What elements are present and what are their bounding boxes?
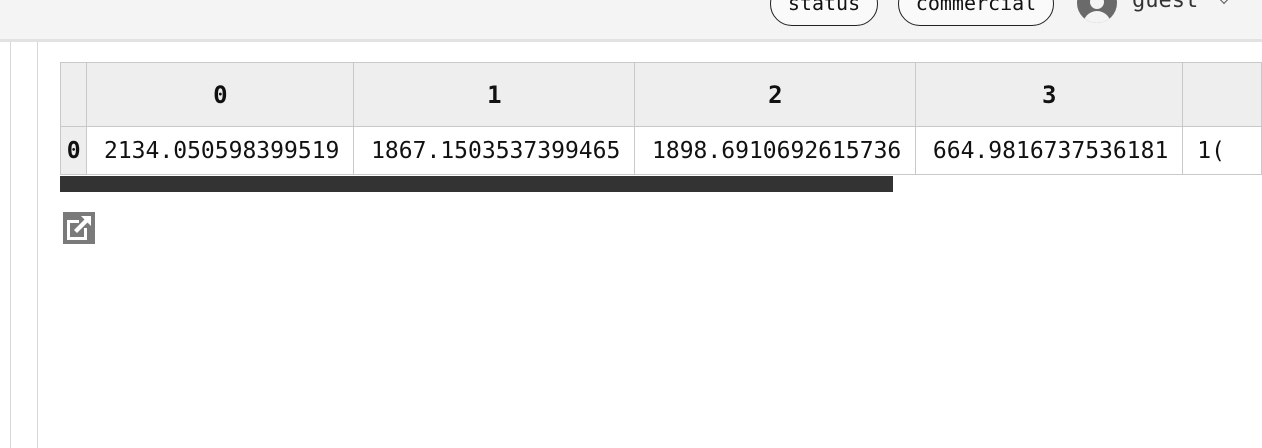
status-tag-button[interactable]: status <box>770 0 878 26</box>
commercial-tag-label: commercial <box>915 0 1037 15</box>
table-cell: 2134.050598399519 <box>86 126 355 175</box>
column-header: 0 <box>86 62 355 127</box>
commercial-tag-button[interactable]: commercial <box>898 0 1054 26</box>
dataframe-viewport[interactable]: 0 1 2 3 0 2134.050598399519 1867.1503537… <box>60 62 1262 176</box>
gutter-divider <box>10 42 11 448</box>
top-header: status commercial guest <box>0 0 1262 42</box>
chevron-down-icon[interactable] <box>1216 0 1232 5</box>
column-header: 3 <box>915 62 1184 127</box>
user-avatar-icon[interactable] <box>1077 0 1117 23</box>
open-external-icon[interactable] <box>61 210 97 246</box>
table-cell: 1867.1503537399465 <box>353 126 636 175</box>
table-row: 0 2134.050598399519 1867.1503537399465 1… <box>60 126 1262 175</box>
horizontal-scrollbar-thumb[interactable] <box>60 176 893 192</box>
table-header-row: 0 1 2 3 <box>60 62 1262 127</box>
user-name[interactable]: guest <box>1132 0 1198 13</box>
table-cell: 664.9816737536181 <box>915 126 1184 175</box>
index-header-cell <box>60 62 88 127</box>
gutter-divider <box>37 42 38 448</box>
status-tag-label: status <box>787 0 861 15</box>
dataframe-table: 0 1 2 3 0 2134.050598399519 1867.1503537… <box>60 62 1262 175</box>
row-index: 0 <box>60 126 88 175</box>
table-cell: 1898.6910692615736 <box>634 126 917 175</box>
table-cell: 1( <box>1182 126 1262 175</box>
column-header: 2 <box>634 62 917 127</box>
column-header <box>1182 62 1262 127</box>
column-header: 1 <box>353 62 636 127</box>
